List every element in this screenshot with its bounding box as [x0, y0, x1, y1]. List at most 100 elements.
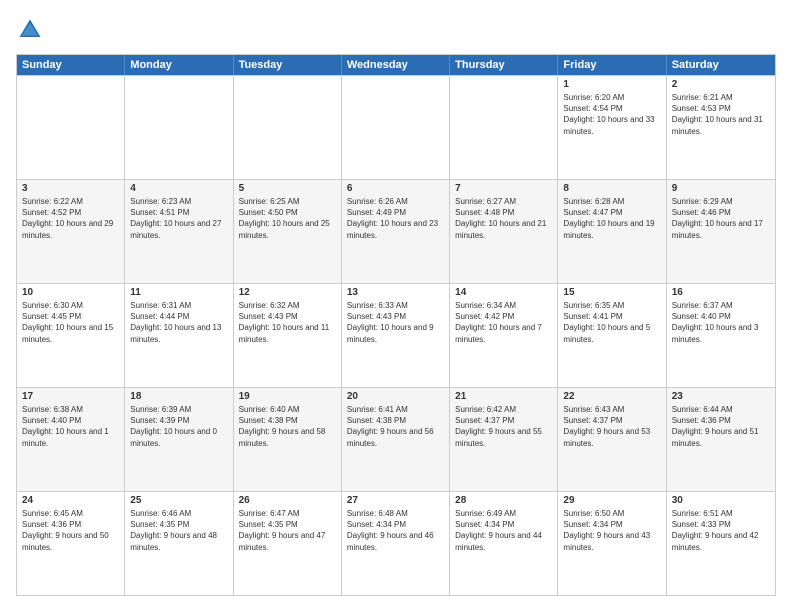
- day-29: 29 Sunrise: 6:50 AM Sunset: 4:34 PM Dayli…: [558, 492, 666, 595]
- calendar-row-5: 24Sunrise: 6:45 AM Sunset: 4:36 PM Dayli…: [17, 491, 775, 595]
- day-info-9: Sunrise: 6:29 AM Sunset: 4:46 PM Dayligh…: [672, 196, 770, 241]
- calendar-row-2: 3 Sunrise: 6:22 AM Sunset: 4:52 PM Daylig…: [17, 179, 775, 283]
- calendar-row-1: 1 Sunrise: 6:20 AM Sunset: 4:54 PM Daylig…: [17, 75, 775, 179]
- day-info-6: Sunrise: 6:26 AM Sunset: 4:49 PM Dayligh…: [347, 196, 444, 241]
- day-11: 11 Sunrise: 6:31 AM Sunset: 4:44 PM Dayli…: [125, 284, 233, 387]
- day-14: 14Sunrise: 6:34 AM Sunset: 4:42 PM Dayli…: [450, 284, 558, 387]
- day-info-15: Sunrise: 6:35 AM Sunset: 4:41 PM Dayligh…: [563, 300, 660, 345]
- day-number-10: 10: [22, 287, 119, 298]
- header: [16, 16, 776, 44]
- day-info-8: Sunrise: 6:28 AM Sunset: 4:47 PM Dayligh…: [563, 196, 660, 241]
- empty-cell-r0c2: [234, 76, 342, 179]
- calendar-body: 1 Sunrise: 6:20 AM Sunset: 4:54 PM Daylig…: [17, 75, 775, 595]
- day-info-10: Sunrise: 6:30 AM Sunset: 4:45 PM Dayligh…: [22, 300, 119, 345]
- day-number-17: 17: [22, 391, 119, 402]
- day-number-13: 13: [347, 287, 444, 298]
- day-number-26: 26: [239, 495, 336, 506]
- day-26: 26 Sunrise: 6:47 AM Sunset: 4:35 PM Dayli…: [234, 492, 342, 595]
- day-number-8: 8: [563, 183, 660, 194]
- day-info-30: Sunrise: 6:51 AM Sunset: 4:33 PM Dayligh…: [672, 508, 770, 553]
- day-info-12: Sunrise: 6:32 AM Sunset: 4:43 PM Dayligh…: [239, 300, 336, 345]
- day-info-3: Sunrise: 6:22 AM Sunset: 4:52 PM Dayligh…: [22, 196, 119, 241]
- day-number-29: 29: [563, 495, 660, 506]
- day-number-20: 20: [347, 391, 444, 402]
- day-10: 10 Sunrise: 6:30 AM Sunset: 4:45 PM Dayli…: [17, 284, 125, 387]
- day-number-5: 5: [239, 183, 336, 194]
- page: SundayMondayTuesdayWednesdayThursdayFrid…: [0, 0, 792, 612]
- day-header-monday: Monday: [125, 55, 233, 75]
- day-2: 2 Sunrise: 6:21 AM Sunset: 4:53 PM Daylig…: [667, 76, 775, 179]
- day-number-18: 18: [130, 391, 227, 402]
- day-number-16: 16: [672, 287, 770, 298]
- empty-cell-r0c4: [450, 76, 558, 179]
- logo: [16, 16, 48, 44]
- day-info-25: Sunrise: 6:46 AM Sunset: 4:35 PM Dayligh…: [130, 508, 227, 553]
- day-28: 28Sunrise: 6:49 AM Sunset: 4:34 PM Dayli…: [450, 492, 558, 595]
- day-info-19: Sunrise: 6:40 AM Sunset: 4:38 PM Dayligh…: [239, 404, 336, 449]
- day-25: 25 Sunrise: 6:46 AM Sunset: 4:35 PM Dayli…: [125, 492, 233, 595]
- day-number-28: 28: [455, 495, 552, 506]
- day-info-23: Sunrise: 6:44 AM Sunset: 4:36 PM Dayligh…: [672, 404, 770, 449]
- day-info-5: Sunrise: 6:25 AM Sunset: 4:50 PM Dayligh…: [239, 196, 336, 241]
- day-7: 7 Sunrise: 6:27 AM Sunset: 4:48 PM Daylig…: [450, 180, 558, 283]
- day-number-3: 3: [22, 183, 119, 194]
- day-9: 9 Sunrise: 6:29 AM Sunset: 4:46 PM Daylig…: [667, 180, 775, 283]
- day-number-23: 23: [672, 391, 770, 402]
- day-info-14: Sunrise: 6:34 AM Sunset: 4:42 PM Dayligh…: [455, 300, 552, 345]
- day-number-2: 2: [672, 79, 770, 90]
- day-number-9: 9: [672, 183, 770, 194]
- day-info-7: Sunrise: 6:27 AM Sunset: 4:48 PM Dayligh…: [455, 196, 552, 241]
- day-number-21: 21: [455, 391, 552, 402]
- day-info-11: Sunrise: 6:31 AM Sunset: 4:44 PM Dayligh…: [130, 300, 227, 345]
- day-number-19: 19: [239, 391, 336, 402]
- day-1: 1 Sunrise: 6:20 AM Sunset: 4:54 PM Daylig…: [558, 76, 666, 179]
- day-header-wednesday: Wednesday: [342, 55, 450, 75]
- day-4: 4Sunrise: 6:23 AM Sunset: 4:51 PM Daylig…: [125, 180, 233, 283]
- day-19: 19 Sunrise: 6:40 AM Sunset: 4:38 PM Dayli…: [234, 388, 342, 491]
- day-header-thursday: Thursday: [450, 55, 558, 75]
- day-17: 17 Sunrise: 6:38 AM Sunset: 4:40 PM Dayli…: [17, 388, 125, 491]
- day-21: 21 Sunrise: 6:42 AM Sunset: 4:37 PM Dayli…: [450, 388, 558, 491]
- day-info-27: Sunrise: 6:48 AM Sunset: 4:34 PM Dayligh…: [347, 508, 444, 553]
- day-number-25: 25: [130, 495, 227, 506]
- day-number-1: 1: [563, 79, 660, 90]
- day-12: 12Sunrise: 6:32 AM Sunset: 4:43 PM Dayli…: [234, 284, 342, 387]
- day-info-26: Sunrise: 6:47 AM Sunset: 4:35 PM Dayligh…: [239, 508, 336, 553]
- day-info-1: Sunrise: 6:20 AM Sunset: 4:54 PM Dayligh…: [563, 92, 660, 137]
- day-18: 18 Sunrise: 6:39 AM Sunset: 4:39 PM Dayli…: [125, 388, 233, 491]
- day-8: 8 Sunrise: 6:28 AM Sunset: 4:47 PM Daylig…: [558, 180, 666, 283]
- day-info-21: Sunrise: 6:42 AM Sunset: 4:37 PM Dayligh…: [455, 404, 552, 449]
- empty-cell-r0c0: [17, 76, 125, 179]
- day-13: 13 Sunrise: 6:33 AM Sunset: 4:43 PM Dayli…: [342, 284, 450, 387]
- day-number-22: 22: [563, 391, 660, 402]
- day-info-2: Sunrise: 6:21 AM Sunset: 4:53 PM Dayligh…: [672, 92, 770, 137]
- calendar-row-4: 17 Sunrise: 6:38 AM Sunset: 4:40 PM Dayli…: [17, 387, 775, 491]
- day-30: 30 Sunrise: 6:51 AM Sunset: 4:33 PM Dayli…: [667, 492, 775, 595]
- logo-icon: [16, 16, 44, 44]
- day-info-29: Sunrise: 6:50 AM Sunset: 4:34 PM Dayligh…: [563, 508, 660, 553]
- empty-cell-r0c3: [342, 76, 450, 179]
- day-info-18: Sunrise: 6:39 AM Sunset: 4:39 PM Dayligh…: [130, 404, 227, 449]
- day-number-24: 24: [22, 495, 119, 506]
- day-header-saturday: Saturday: [667, 55, 775, 75]
- day-number-4: 4: [130, 183, 227, 194]
- day-22: 22Sunrise: 6:43 AM Sunset: 4:37 PM Dayli…: [558, 388, 666, 491]
- day-number-6: 6: [347, 183, 444, 194]
- day-24: 24Sunrise: 6:45 AM Sunset: 4:36 PM Dayli…: [17, 492, 125, 595]
- day-20: 20Sunrise: 6:41 AM Sunset: 4:38 PM Dayli…: [342, 388, 450, 491]
- day-number-7: 7: [455, 183, 552, 194]
- day-27: 27 Sunrise: 6:48 AM Sunset: 4:34 PM Dayli…: [342, 492, 450, 595]
- day-number-11: 11: [130, 287, 227, 298]
- day-number-30: 30: [672, 495, 770, 506]
- day-3: 3 Sunrise: 6:22 AM Sunset: 4:52 PM Daylig…: [17, 180, 125, 283]
- day-6: 6 Sunrise: 6:26 AM Sunset: 4:49 PM Daylig…: [342, 180, 450, 283]
- day-header-tuesday: Tuesday: [234, 55, 342, 75]
- day-info-13: Sunrise: 6:33 AM Sunset: 4:43 PM Dayligh…: [347, 300, 444, 345]
- day-header-sunday: Sunday: [17, 55, 125, 75]
- day-23: 23 Sunrise: 6:44 AM Sunset: 4:36 PM Dayli…: [667, 388, 775, 491]
- day-15: 15Sunrise: 6:35 AM Sunset: 4:41 PM Dayli…: [558, 284, 666, 387]
- calendar-header: SundayMondayTuesdayWednesdayThursdayFrid…: [17, 55, 775, 75]
- empty-cell-r0c1: [125, 76, 233, 179]
- day-number-27: 27: [347, 495, 444, 506]
- day-info-17: Sunrise: 6:38 AM Sunset: 4:40 PM Dayligh…: [22, 404, 119, 449]
